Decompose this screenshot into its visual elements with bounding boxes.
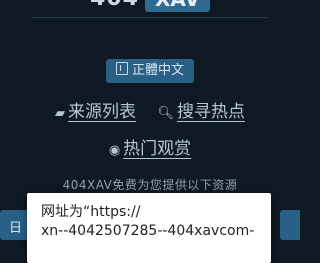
hot-row: ◉ 热门观赏 — [0, 134, 300, 159]
header-divider — [32, 17, 268, 18]
page-root: 404 XAV 正體中文 ▰来源列表 🔍︎搜寻热点 ◉热门观赏 404XAV免费为… — [0, 0, 300, 263]
search-hot-link[interactable]: 🔍︎ 搜寻热点 — [157, 97, 245, 122]
book-icon — [115, 62, 128, 75]
url-toast: 网址为“https:// xn--4042507285--404xavcom- — [27, 193, 271, 263]
hot-watch-label: 热门观赏 — [123, 139, 192, 159]
right-partial-button[interactable] — [280, 210, 300, 240]
hot-watch-link[interactable]: ◉ 热门观赏 — [109, 134, 191, 159]
notice-text: 404XAV免费为您提供以下资源 — [62, 178, 238, 192]
toast-line-1: 网址为“https:// — [41, 204, 141, 220]
toast-line-2: xn--4042507285--404xavcom- — [41, 223, 255, 239]
language-button-label: 正體中文 — [131, 63, 184, 78]
logo-text-left: 404 — [90, 0, 139, 11]
source-list-label: 来源列表 — [68, 102, 137, 122]
links-row: ▰ 来源列表 🔍︎ 搜寻热点 — [0, 97, 300, 122]
left-partial-button-label: 日 — [9, 221, 23, 236]
search-icon: 🔍︎ — [157, 106, 174, 121]
site-logo[interactable]: 404 XAV — [0, 0, 300, 12]
eye-icon: ◉ — [108, 143, 121, 158]
logo-text-right: XAV — [144, 0, 210, 12]
language-button[interactable]: 正體中文 — [106, 59, 194, 83]
source-list-link[interactable]: ▰ 来源列表 — [55, 97, 136, 122]
book-icon: ▰ — [55, 106, 66, 121]
search-hot-label: 搜寻热点 — [176, 102, 245, 122]
